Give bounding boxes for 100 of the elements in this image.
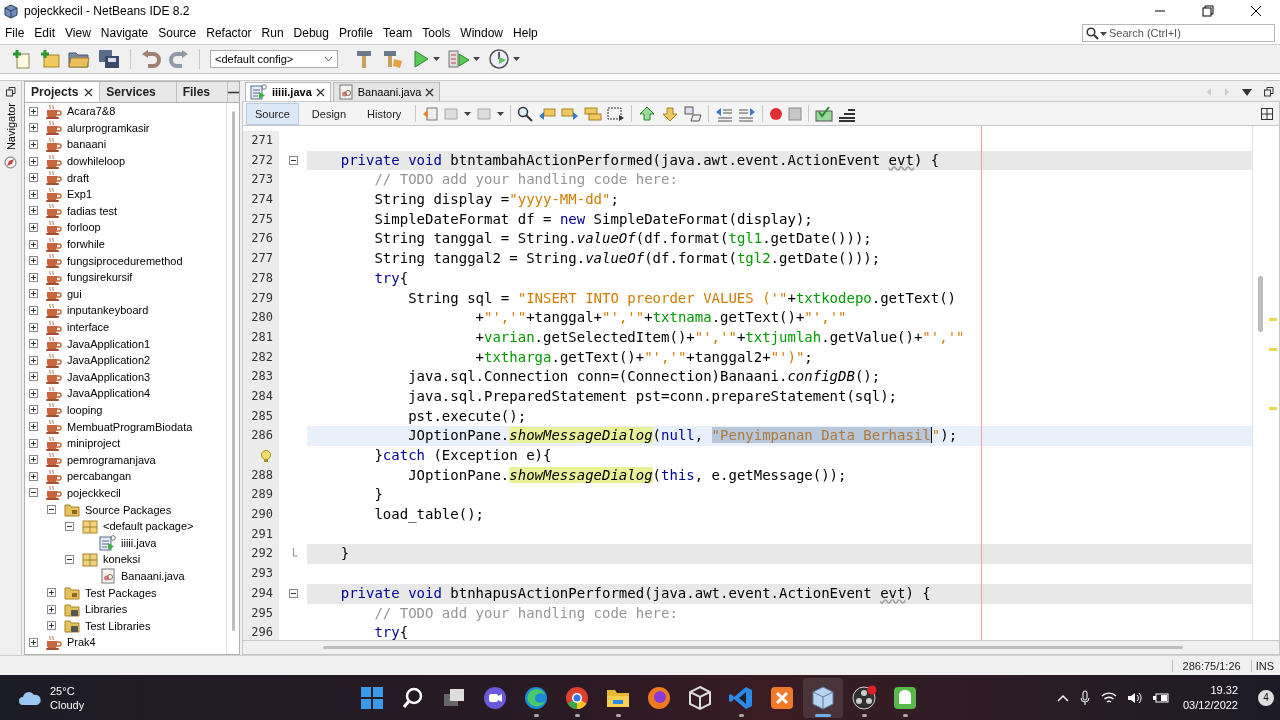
close-icon[interactable] (425, 87, 435, 97)
expand-icon[interactable] (29, 455, 38, 465)
scrollbar[interactable] (231, 111, 235, 631)
expand-icon[interactable] (29, 422, 38, 432)
expand-icon[interactable] (29, 637, 38, 647)
selection-icon[interactable] (607, 105, 626, 122)
tree-item[interactable]: iiiii.java (121, 536, 157, 549)
menu-item[interactable]: Tools (422, 26, 456, 40)
expand-icon[interactable] (29, 239, 38, 249)
tree-item[interactable]: miniproject (67, 437, 121, 450)
tree-item[interactable]: Banaani.java (121, 569, 185, 582)
tree-item[interactable]: percabangan (67, 470, 132, 483)
tree-item[interactable]: fungsiproceduremethod (67, 254, 183, 267)
tree-item[interactable]: koneksi (103, 553, 141, 566)
tree-item[interactable]: interface (67, 321, 110, 333)
shift-right-icon[interactable] (738, 105, 757, 122)
expand-icon[interactable] (29, 206, 38, 216)
expand-icon[interactable] (29, 106, 38, 116)
expand-icon[interactable] (29, 438, 38, 448)
search-field[interactable]: Search (Ctrl+I) (1082, 24, 1275, 42)
panel-tab[interactable]: Projects (25, 82, 101, 102)
menu-item[interactable]: Refactor (206, 26, 257, 40)
caret-icon[interactable] (1100, 29, 1107, 38)
caret-icon[interactable] (497, 109, 505, 118)
undo-icon[interactable] (141, 49, 161, 69)
expand-icon[interactable] (47, 621, 56, 631)
tree-item[interactable]: banaani (67, 138, 107, 151)
expand-icon[interactable] (29, 272, 38, 282)
tree-item[interactable]: pemrogramanjava (67, 453, 156, 466)
expand-icon[interactable] (29, 156, 38, 166)
tree-item[interactable]: Test Libraries (85, 619, 151, 632)
menu-item[interactable]: Source (158, 26, 202, 40)
arrow-left-icon[interactable] (538, 105, 557, 122)
tree-item[interactable]: Acara7&8 (67, 105, 116, 118)
view-tab[interactable]: Source (246, 102, 299, 125)
tree-item[interactable]: draft (67, 171, 89, 184)
tree-item[interactable]: Test Packages (85, 586, 157, 599)
menu-item[interactable]: Edit (34, 26, 61, 40)
start-button[interactable] (359, 684, 385, 711)
caret-icon[interactable] (464, 109, 472, 118)
tree-item[interactable]: MembuatProgramBiodata (67, 420, 193, 433)
notification-badge[interactable]: 4 (1258, 689, 1274, 706)
tree-item[interactable]: <default package> (103, 520, 194, 533)
wifi-icon[interactable] (1100, 690, 1117, 705)
menu-item[interactable]: Window (460, 26, 509, 40)
close-icon[interactable] (84, 87, 94, 97)
app-icon[interactable] (769, 684, 795, 711)
triangle-down-icon[interactable] (1242, 88, 1252, 96)
editor-tab[interactable]: iiiii.java (245, 82, 331, 101)
cube-icon[interactable] (687, 684, 713, 711)
menu-item[interactable]: Profile (339, 26, 378, 40)
expand-icon[interactable] (47, 588, 56, 597)
tree-item[interactable]: JavaApplication2 (67, 354, 151, 367)
menu-item[interactable]: Debug (293, 26, 334, 40)
expand-icon[interactable] (29, 189, 38, 199)
tree-item[interactable]: fadias test (67, 204, 118, 217)
code-editor-icon[interactable] (728, 684, 754, 711)
expand-icon[interactable] (29, 339, 38, 349)
hammer-icon[interactable] (354, 49, 374, 69)
check-icon[interactable] (815, 105, 834, 122)
grid-icon[interactable] (1261, 107, 1273, 120)
shift-left-icon[interactable] (715, 105, 734, 122)
restore-icon[interactable] (5, 87, 16, 97)
close-icon[interactable] (315, 87, 325, 97)
tree-item[interactable]: fungsirekursif (67, 271, 133, 284)
expand-icon[interactable] (29, 140, 38, 149)
expand-icon[interactable] (29, 222, 38, 232)
tree-item[interactable]: looping (67, 404, 103, 416)
tree-item[interactable]: alurprogramkasir (67, 121, 150, 134)
collapse-icon[interactable] (65, 521, 74, 531)
editor-tab[interactable]: Banaani.java (332, 82, 441, 101)
fold-icon[interactable] (288, 589, 298, 599)
new-project-icon[interactable] (40, 49, 60, 69)
robot-icon[interactable] (892, 684, 918, 711)
restore-icon[interactable] (1264, 87, 1274, 97)
microphone-icon[interactable] (1078, 689, 1091, 706)
search-icon[interactable] (1086, 27, 1099, 40)
fold-icon[interactable] (288, 156, 298, 166)
tree-item[interactable]: Exp1 (67, 188, 93, 201)
tree-item[interactable]: dowhileloop (67, 155, 126, 168)
browser-icon[interactable] (564, 684, 590, 711)
expand-icon[interactable] (29, 123, 38, 133)
tree-item[interactable]: inputankeyboard (67, 304, 149, 317)
scrollbar[interactable] (1257, 276, 1263, 332)
tree-item[interactable]: JavaApplication1 (67, 337, 151, 350)
expand-icon[interactable] (29, 173, 38, 183)
shapes-icon[interactable] (684, 105, 703, 122)
tree-item[interactable]: JavaApplication3 (67, 370, 151, 383)
expand-icon[interactable] (29, 355, 38, 365)
down-arrow-icon[interactable] (661, 105, 680, 122)
tree-item[interactable]: gui (67, 287, 82, 300)
find-icon[interactable] (517, 105, 534, 122)
expand-icon[interactable] (29, 388, 38, 398)
speaker-icon[interactable] (1126, 690, 1143, 705)
navigator-tab[interactable]: Navigator (4, 103, 17, 151)
chat-icon[interactable] (482, 684, 508, 711)
up-arrow-icon[interactable] (638, 105, 657, 122)
arrow-right-icon[interactable] (561, 105, 580, 122)
expand-icon[interactable] (29, 289, 38, 299)
config-dropdown[interactable]: <default config> (210, 50, 338, 68)
